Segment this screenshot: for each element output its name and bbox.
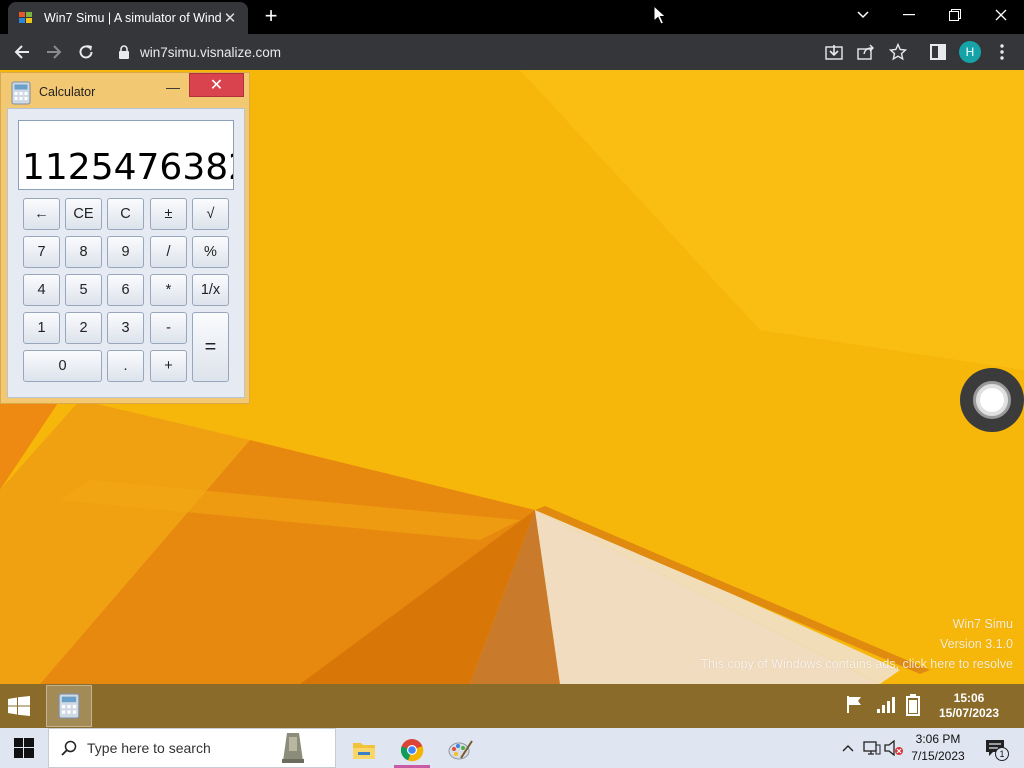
- host-clock[interactable]: 3:06 PM 7/15/2023: [906, 731, 970, 765]
- volume-muted-icon[interactable]: [884, 738, 904, 758]
- back-arrow-icon[interactable]: [10, 40, 34, 64]
- share-icon[interactable]: [854, 40, 878, 64]
- win7-clock[interactable]: 15:06 15/07/2023: [930, 691, 1008, 721]
- search-placeholder: Type here to search: [87, 740, 211, 756]
- calculator-titlebar[interactable]: Calculator — ✕: [1, 73, 249, 107]
- key-clear[interactable]: C: [107, 198, 144, 230]
- key-decimal[interactable]: .: [107, 350, 144, 382]
- calculator-title: Calculator: [39, 85, 96, 99]
- host-date: 7/15/2023: [911, 749, 965, 763]
- url-text: win7simu.visnalize.com: [140, 44, 282, 60]
- notification-count-badge: 1: [995, 747, 1009, 761]
- watermark-version: Version 3.1.0: [940, 637, 1013, 651]
- paint-taskbar-button[interactable]: [438, 732, 482, 768]
- chrome-icon: [400, 739, 424, 762]
- key-equals[interactable]: =: [192, 312, 229, 382]
- network-signal-icon[interactable]: [876, 694, 898, 718]
- paint-palette-icon: [448, 740, 473, 760]
- calculator-close-button[interactable]: ✕: [189, 73, 244, 97]
- browser-tab[interactable]: Win7 Simu | A simulator of Windows 7 ✕: [8, 2, 248, 34]
- forward-arrow-icon[interactable]: [42, 40, 66, 64]
- calculator-taskbar-icon: [58, 693, 80, 719]
- win7-time: 15:06: [953, 691, 985, 705]
- calculator-body: 1125476382 ← CE C ± √ 7 8 9 / % 4 5 6 * …: [7, 108, 245, 398]
- key-reciprocal[interactable]: 1/x: [192, 274, 229, 306]
- browser-tab-strip: Win7 Simu | A simulator of Windows 7 ✕ +: [0, 0, 1024, 34]
- calculator-minimize-button[interactable]: —: [159, 77, 187, 97]
- tab-title: Win7 Simu | A simulator of Windows 7: [44, 11, 222, 25]
- win7-start-button-icon[interactable]: [8, 696, 30, 716]
- file-explorer-button[interactable]: [342, 732, 386, 768]
- activation-watermark[interactable]: Win7 Simu Version 3.1.0 This copy of Win…: [700, 614, 1013, 674]
- browser-toolbar: win7simu.visnalize.com: [0, 34, 1024, 70]
- notifications-icon[interactable]: 1: [982, 738, 1009, 761]
- tab-close-icon[interactable]: ✕: [222, 9, 238, 27]
- browser-menu-icon[interactable]: [990, 40, 1014, 64]
- watermark-ads-notice[interactable]: This copy of Windows contains ads, click…: [700, 654, 1013, 674]
- key-square-root[interactable]: √: [192, 198, 229, 230]
- battery-icon[interactable]: [906, 694, 928, 718]
- action-center-flag-icon[interactable]: [845, 694, 867, 718]
- key-4[interactable]: 4: [23, 274, 60, 306]
- window-close-icon[interactable]: [978, 0, 1024, 30]
- key-subtract[interactable]: -: [150, 312, 187, 344]
- search-highlight-illustration-icon: [282, 733, 304, 763]
- side-panel-icon[interactable]: [926, 40, 950, 64]
- calculator-display-value: 1125476382: [22, 147, 234, 188]
- key-clear-entry[interactable]: CE: [65, 198, 102, 230]
- key-2[interactable]: 2: [65, 312, 102, 344]
- key-plus-minus[interactable]: ±: [150, 198, 187, 230]
- key-6[interactable]: 6: [107, 274, 144, 306]
- windows-start-icon[interactable]: [14, 738, 34, 758]
- key-3[interactable]: 3: [107, 312, 144, 344]
- key-divide[interactable]: /: [150, 236, 187, 268]
- bookmark-star-icon[interactable]: [886, 40, 910, 64]
- address-bar[interactable]: win7simu.visnalize.com: [108, 38, 888, 66]
- assistive-dot-icon: [980, 388, 1004, 412]
- taskbar-search-box[interactable]: Type here to search: [48, 728, 336, 768]
- key-5[interactable]: 5: [65, 274, 102, 306]
- tab-search-chevron-icon[interactable]: [840, 0, 886, 30]
- lock-icon: [119, 45, 129, 59]
- key-8[interactable]: 8: [65, 236, 102, 268]
- watermark-product: Win7 Simu: [952, 617, 1013, 631]
- key-backspace[interactable]: ←: [23, 198, 60, 230]
- folder-icon: [353, 743, 375, 759]
- key-0[interactable]: 0: [23, 350, 102, 382]
- calculator-display: 1125476382: [18, 120, 234, 190]
- host-taskbar: Type here to search 3:06 PM 7/15/2023 1: [0, 728, 1024, 768]
- calculator-app-icon: [11, 81, 31, 105]
- calculator-window[interactable]: Calculator — ✕ 1125476382 ← CE C ± √ 7 8…: [0, 72, 250, 404]
- key-7[interactable]: 7: [23, 236, 60, 268]
- network-monitor-icon[interactable]: [862, 738, 882, 758]
- install-app-icon[interactable]: [822, 40, 846, 64]
- search-icon: [61, 740, 77, 756]
- win7-favicon-icon: [19, 12, 32, 23]
- win7-date: 15/07/2023: [938, 706, 1000, 720]
- mouse-cursor-icon: [653, 5, 667, 25]
- chrome-taskbar-button[interactable]: [390, 732, 434, 768]
- new-tab-button[interactable]: +: [260, 5, 282, 27]
- key-add[interactable]: +: [150, 350, 187, 382]
- window-minimize-icon[interactable]: [886, 0, 932, 30]
- key-9[interactable]: 9: [107, 236, 144, 268]
- show-hidden-icons-chevron-icon[interactable]: [838, 738, 858, 758]
- host-time: 3:06 PM: [915, 732, 961, 746]
- key-percent[interactable]: %: [192, 236, 229, 268]
- win7-taskbar: 15:06 15/07/2023: [0, 684, 1024, 728]
- taskbar-calculator-button[interactable]: [46, 685, 92, 727]
- reload-icon[interactable]: [74, 40, 98, 64]
- key-1[interactable]: 1: [23, 312, 60, 344]
- window-restore-icon[interactable]: [932, 0, 978, 30]
- key-multiply[interactable]: *: [150, 274, 187, 306]
- profile-avatar[interactable]: H: [959, 41, 981, 63]
- floating-assistive-button[interactable]: [960, 368, 1024, 432]
